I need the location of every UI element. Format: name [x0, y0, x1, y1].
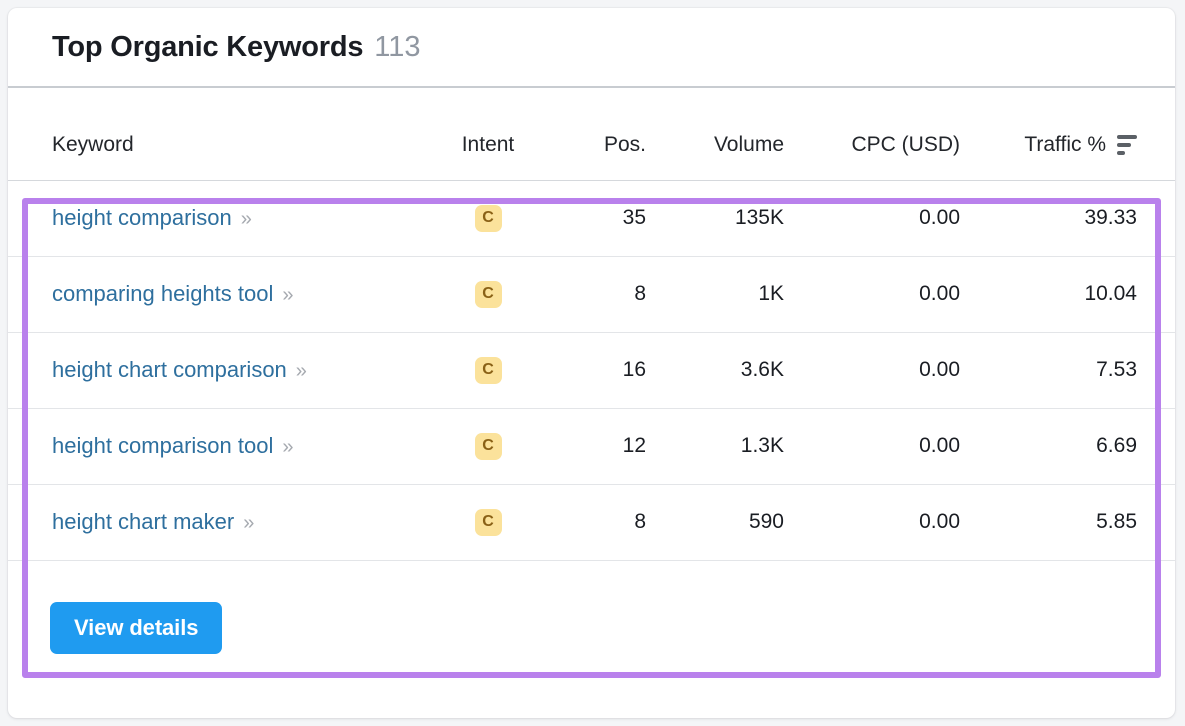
table-body: height comparison» C 35 135K 0.00 39.33 … — [8, 180, 1175, 561]
cell-volume: 135K — [668, 180, 808, 257]
cell-cpc: 0.00 — [808, 256, 988, 333]
keyword-link[interactable]: height comparison tool — [52, 433, 273, 458]
cell-cpc: 0.00 — [808, 484, 988, 561]
intent-badge-commercial[interactable]: C — [474, 356, 502, 384]
double-chevron-right-icon[interactable]: » — [282, 436, 293, 458]
table-row[interactable]: height comparison tool » C 12 1.3K 0.00 6… — [8, 408, 1175, 485]
cell-traffic: 6.69 — [988, 408, 1175, 485]
traffic-sort-control[interactable]: Traffic % — [1024, 133, 1137, 157]
column-header-cpc[interactable]: CPC (USD) — [808, 110, 988, 181]
keyword-link[interactable]: height chart comparison — [52, 357, 287, 382]
cell-traffic: 39.33 — [988, 180, 1175, 257]
table-row[interactable]: comparing heights tool » C 8 1K 0.00 10.0… — [8, 256, 1175, 333]
card-header: Top Organic Keywords 113 — [8, 8, 1175, 88]
cell-traffic: 7.53 — [988, 332, 1175, 409]
column-header-pos[interactable]: Pos. — [548, 110, 668, 181]
cell-keyword: height comparison tool » — [8, 408, 428, 485]
keyword-link[interactable]: height chart maker — [52, 509, 234, 534]
cell-traffic: 5.85 — [988, 484, 1175, 561]
page-title: Top Organic Keywords — [52, 30, 364, 63]
keyword-link[interactable]: height comparison — [52, 205, 232, 230]
double-chevron-right-icon[interactable]: » — [243, 512, 254, 534]
cell-keyword: height chart maker » — [8, 484, 428, 561]
cell-keyword: comparing heights tool » — [8, 256, 428, 333]
intent-badge-commercial[interactable]: C — [474, 508, 502, 536]
intent-badge-commercial[interactable]: C — [474, 432, 502, 460]
top-organic-keywords-card: Top Organic Keywords 113 Keyword Intent … — [8, 8, 1175, 718]
cell-cpc: 0.00 — [808, 408, 988, 485]
card-body: Keyword Intent Pos. Volume CPC (USD) Tra… — [8, 88, 1175, 716]
table-header: Keyword Intent Pos. Volume CPC (USD) Tra… — [8, 110, 1175, 181]
table-row[interactable]: height chart comparison» C 16 3.6K 0.00 … — [8, 332, 1175, 409]
table-row[interactable]: height comparison » C 35 135K 0.00 39.33 — [8, 180, 1175, 257]
keyword-count: 113 — [374, 30, 421, 63]
cell-pos: 8 — [548, 256, 668, 333]
table-row[interactable]: height chart maker » C 8 590 0.00 5.85 — [8, 484, 1175, 561]
view-details-button[interactable]: View details — [50, 602, 223, 654]
column-header-traffic-label: Traffic % — [1024, 132, 1106, 156]
double-chevron-right-icon[interactable]: » — [241, 208, 252, 230]
cell-keyword: height chart comparison » — [8, 332, 428, 409]
cell-volume: 590 — [668, 484, 808, 561]
cell-intent: C — [428, 180, 548, 257]
intent-badge-commercial[interactable]: C — [474, 204, 502, 232]
cell-intent: C — [428, 408, 548, 485]
cell-volume: 3.6K — [668, 332, 808, 409]
cell-pos: 8 — [548, 484, 668, 561]
cell-pos: 16 — [548, 332, 668, 409]
cell-keyword: height comparison » — [8, 180, 428, 257]
table-header-row: Keyword Intent Pos. Volume CPC (USD) Tra… — [8, 110, 1175, 181]
cell-intent: C — [428, 256, 548, 333]
column-header-keyword[interactable]: Keyword — [8, 110, 428, 181]
keyword-link[interactable]: comparing heights tool — [52, 281, 273, 306]
double-chevron-right-icon[interactable]: » — [296, 360, 307, 382]
cell-volume: 1K — [668, 256, 808, 333]
cell-intent: C — [428, 484, 548, 561]
cell-volume: 1.3K — [668, 408, 808, 485]
cell-traffic: 10.04 — [988, 256, 1175, 333]
column-header-volume[interactable]: Volume — [668, 110, 808, 181]
cell-cpc: 0.00 — [808, 180, 988, 257]
double-chevron-right-icon[interactable]: » — [282, 284, 293, 306]
cell-cpc: 0.00 — [808, 332, 988, 409]
intent-badge-commercial[interactable]: C — [474, 280, 502, 308]
cell-intent: C — [428, 332, 548, 409]
column-header-traffic[interactable]: Traffic % — [988, 110, 1175, 181]
keywords-table: Keyword Intent Pos. Volume CPC (USD) Tra… — [8, 110, 1175, 561]
cell-pos: 12 — [548, 408, 668, 485]
cell-pos: 35 — [548, 180, 668, 257]
column-header-intent[interactable]: Intent — [428, 110, 548, 181]
sort-descending-icon[interactable] — [1117, 134, 1137, 155]
